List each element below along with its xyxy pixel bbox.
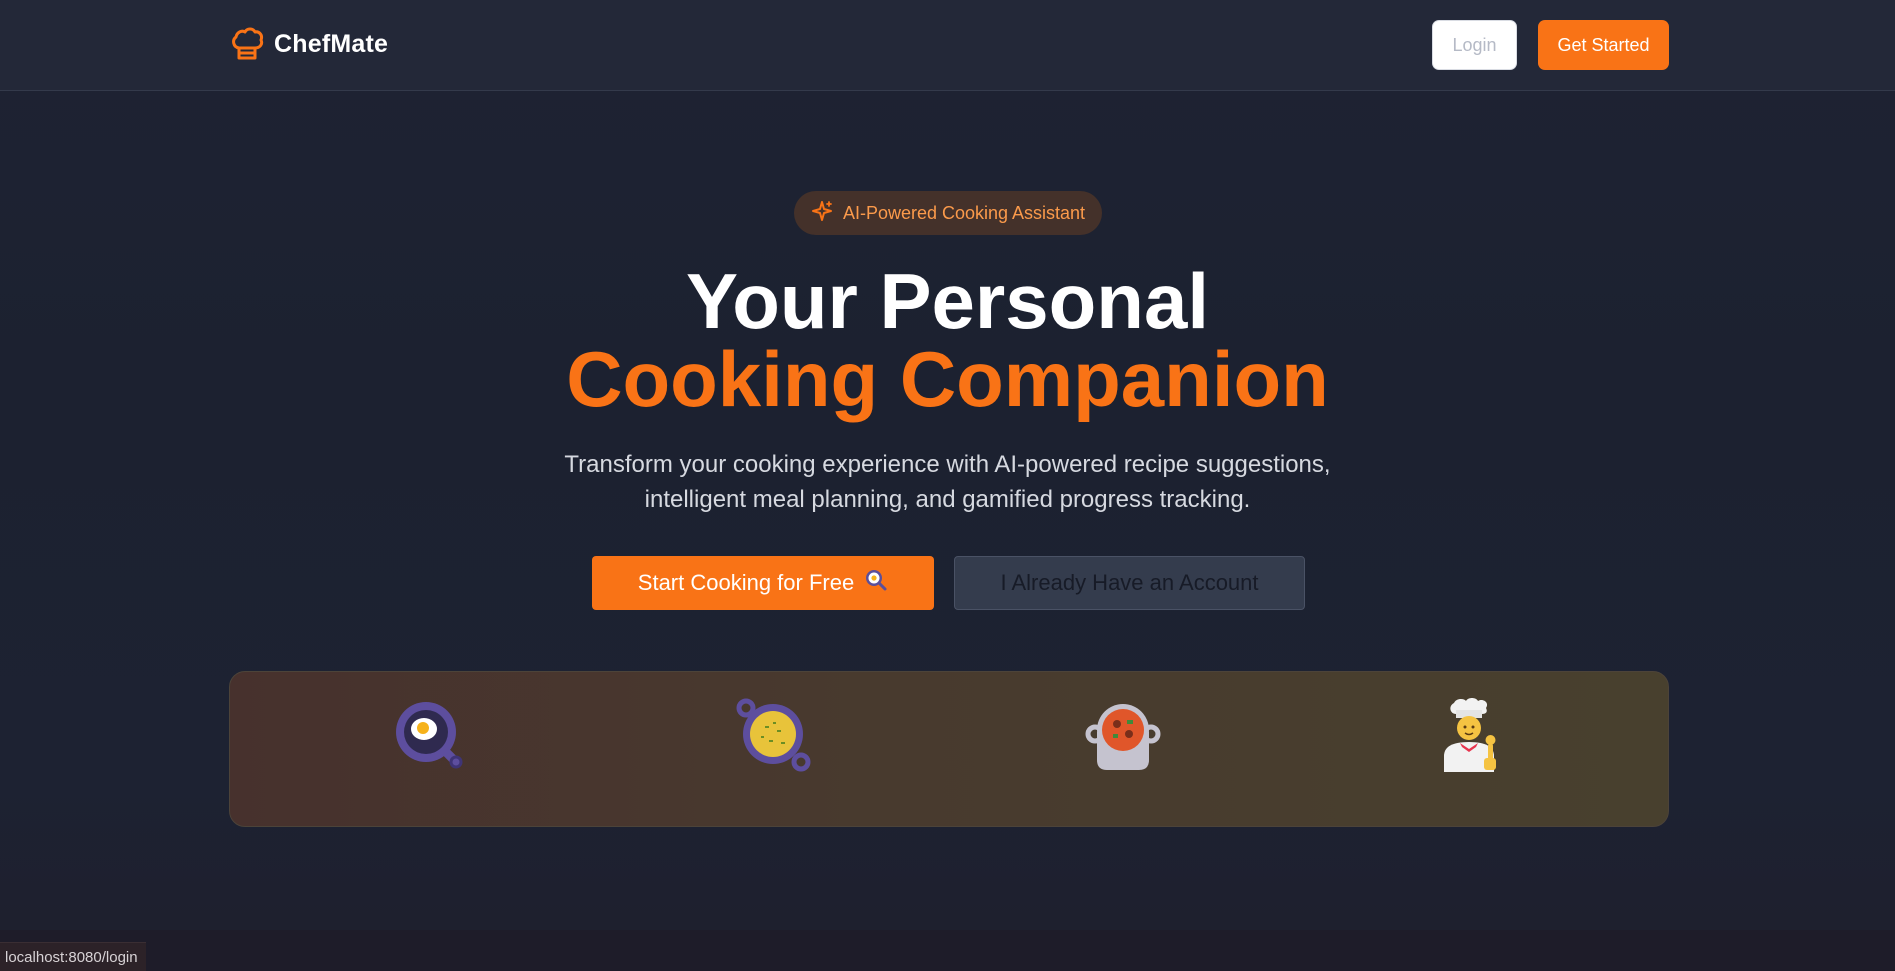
hero-subtitle-line1: Transform your cooking experience with A… xyxy=(564,451,1331,478)
frying-pan-icon xyxy=(864,568,888,598)
landing-page: ChefMate Login Get Started AI-Powered Co… xyxy=(0,0,1895,971)
paella-pan-icon xyxy=(735,696,815,776)
hero-title-line2: Cooking Companion xyxy=(566,335,1329,423)
get-started-button[interactable]: Get Started xyxy=(1538,20,1669,70)
login-button[interactable]: Login xyxy=(1432,20,1517,70)
hero-subtitle: Transform your cooking experience with A… xyxy=(0,447,1895,517)
start-cooking-button[interactable]: Start Cooking for Free xyxy=(592,556,934,610)
sparkles-icon xyxy=(811,200,833,227)
chef-icon xyxy=(1430,696,1510,776)
frying-pan-egg-icon xyxy=(390,696,470,776)
ai-badge: AI-Powered Cooking Assistant xyxy=(794,191,1102,235)
existing-account-button[interactable]: I Already Have an Account xyxy=(954,556,1305,610)
brand-name: ChefMate xyxy=(274,29,389,58)
page-bottom xyxy=(0,930,1895,971)
top-navbar: ChefMate Login Get Started xyxy=(0,0,1895,91)
hero-title-line1: Your Personal xyxy=(685,257,1210,345)
chef-hat-icon xyxy=(230,26,264,62)
badge-label: AI-Powered Cooking Assistant xyxy=(842,202,1086,223)
feature-icons-strip xyxy=(229,671,1669,827)
link-preview-statusbar: localhost:8080/login xyxy=(0,942,146,971)
hero-title: Your Personal Cooking Companion xyxy=(0,262,1895,418)
hero-subtitle-line2: intelligent meal planning, and gamified … xyxy=(644,486,1251,513)
brand-logo[interactable]: ChefMate xyxy=(230,26,388,62)
start-cooking-label: Start Cooking for Free xyxy=(637,570,855,595)
stew-pot-icon xyxy=(1083,696,1163,776)
